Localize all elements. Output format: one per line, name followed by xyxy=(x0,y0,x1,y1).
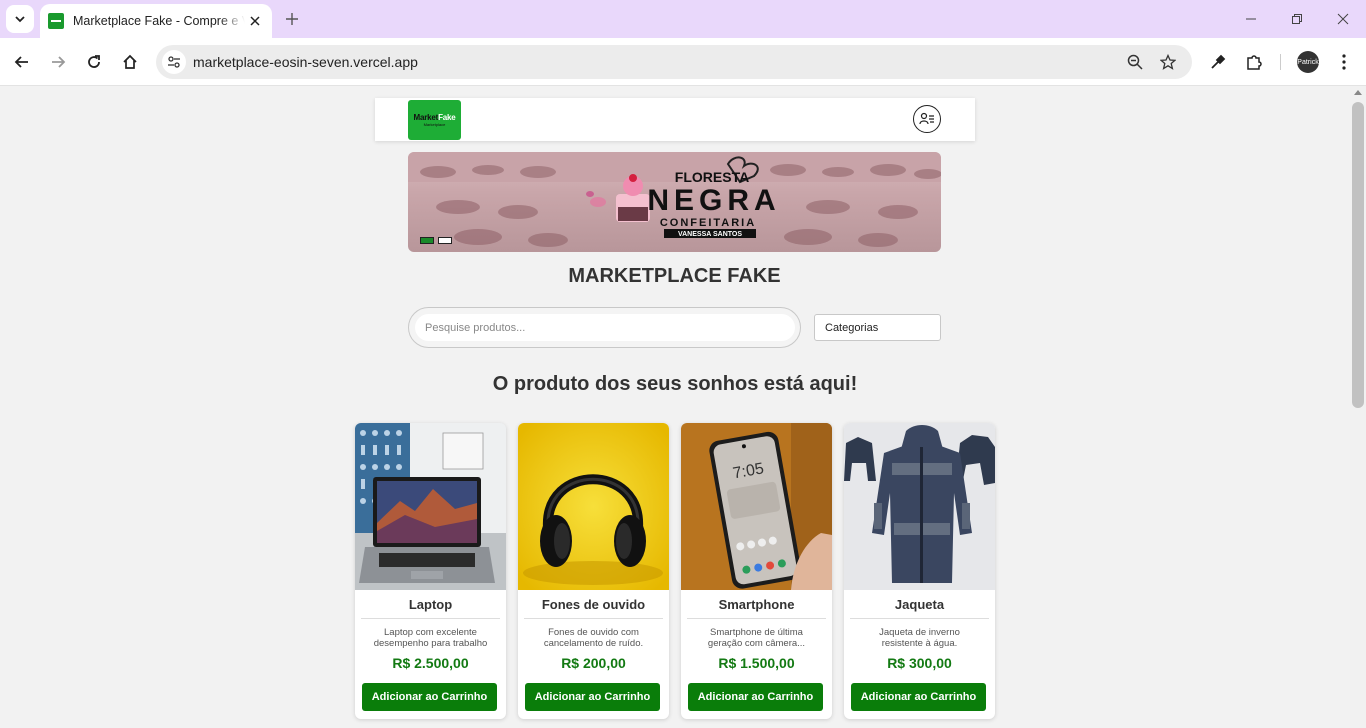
carousel-indicator-2[interactable] xyxy=(438,237,452,244)
product-card: Fones de ouvido Fones de ouvido com canc… xyxy=(518,423,669,719)
logo-text-highlight: Fake xyxy=(438,113,456,122)
zoom-out-icon xyxy=(1127,54,1143,70)
browser-tab[interactable]: Marketplace Fake - Compre e Venda xyxy=(40,4,272,38)
banner-line-2: NEGRA xyxy=(647,184,780,217)
product-price: R$ 1.500,00 xyxy=(718,655,795,671)
scroll-thumb[interactable] xyxy=(1352,102,1364,408)
arrow-left-icon xyxy=(14,56,28,68)
divider xyxy=(687,618,826,619)
site-logo[interactable]: MarketFake Marketplace xyxy=(408,100,461,140)
logo-text-main: Market xyxy=(413,113,439,122)
address-bar[interactable]: marketplace-eosin-seven.vercel.app xyxy=(156,45,1192,79)
profile-avatar[interactable]: Patrick xyxy=(1297,51,1319,73)
product-description: Smartphone de última geração com câmera.… xyxy=(707,627,806,649)
restore-icon xyxy=(1292,14,1302,24)
home-button[interactable] xyxy=(118,50,142,74)
product-price: R$ 300,00 xyxy=(887,655,952,671)
add-to-cart-button[interactable]: Adicionar ao Carrinho xyxy=(525,683,660,711)
smartphone-image: 7:05 xyxy=(681,423,832,590)
reload-icon xyxy=(88,55,100,68)
user-list-icon xyxy=(919,112,934,125)
banner-image: FLORESTA NEGRA CONFEITARIA VANESSA SANTO… xyxy=(408,152,941,247)
minimize-icon xyxy=(1246,18,1256,20)
product-card: 7:05 Smartphone Smartphone de última ger… xyxy=(681,423,832,719)
plus-icon xyxy=(286,13,298,25)
eyedropper-icon xyxy=(1211,54,1226,69)
product-card: Jaqueta Jaqueta de inverno resistente à … xyxy=(844,423,995,719)
product-image-smartphone[interactable]: 7:05 xyxy=(681,423,832,590)
product-price: R$ 200,00 xyxy=(561,655,626,671)
carousel-indicator-1[interactable] xyxy=(420,237,434,244)
banner-line-4: VANESSA SANTOS xyxy=(678,231,742,238)
page-viewport: MarketFake Marketplace FLORESTA NEGRA CO… xyxy=(0,86,1350,728)
back-button[interactable] xyxy=(10,50,34,74)
more-vertical-icon xyxy=(1342,54,1346,70)
eyedropper-button[interactable] xyxy=(1206,50,1230,74)
toolbar-divider xyxy=(1280,54,1281,70)
promo-banner[interactable]: FLORESTA NEGRA CONFEITARIA VANESSA SANTO… xyxy=(408,152,941,252)
puzzle-icon xyxy=(1247,55,1262,70)
product-card: Laptop Laptop com excelente desempenho p… xyxy=(355,423,506,719)
banner-line-1: FLORESTA xyxy=(675,169,749,185)
tune-icon xyxy=(168,56,180,68)
logo-subtitle: Marketplace xyxy=(423,122,446,127)
minimize-button[interactable] xyxy=(1241,9,1261,29)
bookmark-button[interactable] xyxy=(1158,52,1178,72)
forward-button[interactable] xyxy=(46,50,70,74)
reload-button[interactable] xyxy=(82,50,106,74)
page-title: MARKETPLACE FAKE xyxy=(568,265,781,287)
close-window-button[interactable] xyxy=(1333,9,1353,29)
product-description: Fones de ouvido com cancelamento de ruíd… xyxy=(543,627,644,649)
tab-title: Marketplace Fake - Compre e Venda xyxy=(73,14,245,28)
scroll-up-arrow-icon[interactable] xyxy=(1354,90,1362,95)
divider xyxy=(524,618,663,619)
site-header: MarketFake Marketplace xyxy=(375,98,975,141)
close-icon xyxy=(250,16,260,26)
browser-menu-button[interactable] xyxy=(1332,50,1356,74)
banner-line-3: CONFEITARIA xyxy=(660,217,756,229)
tab-search-button[interactable] xyxy=(6,5,34,33)
laptop-image xyxy=(355,423,506,590)
star-icon xyxy=(1160,54,1176,70)
product-description: Laptop com excelente desempenho para tra… xyxy=(373,627,488,649)
zoom-button[interactable] xyxy=(1125,52,1145,72)
extensions-button[interactable] xyxy=(1242,50,1266,74)
site-info-button[interactable] xyxy=(162,50,186,74)
add-to-cart-button[interactable]: Adicionar ao Carrinho xyxy=(362,683,497,711)
jacket-image xyxy=(844,423,995,590)
profile-label: Patrick xyxy=(1297,58,1319,66)
add-to-cart-button[interactable]: Adicionar ao Carrinho xyxy=(688,683,823,711)
product-image-headphones[interactable] xyxy=(518,423,669,590)
product-name[interactable]: Laptop xyxy=(361,597,500,612)
section-heading: O produto dos seus sonhos está aqui! xyxy=(492,373,858,395)
restore-button[interactable] xyxy=(1287,9,1307,29)
product-image-jacket[interactable] xyxy=(844,423,995,590)
logo-text: MarketFake xyxy=(413,113,455,122)
add-to-cart-button[interactable]: Adicionar ao Carrinho xyxy=(851,683,986,711)
category-select[interactable]: Categorias xyxy=(814,314,941,341)
headphones-image xyxy=(518,423,669,590)
browser-tab-strip: Marketplace Fake - Compre e Venda xyxy=(0,0,1366,38)
user-menu-button[interactable] xyxy=(913,105,941,133)
tab-close-button[interactable] xyxy=(246,12,264,30)
page-scrollbar[interactable] xyxy=(1350,86,1366,728)
search-input[interactable] xyxy=(415,314,795,341)
close-icon xyxy=(1337,13,1349,25)
search-container xyxy=(408,307,801,348)
product-image-laptop[interactable] xyxy=(355,423,506,590)
home-icon xyxy=(123,54,137,69)
divider xyxy=(850,618,989,619)
divider xyxy=(361,618,500,619)
chevron-down-icon xyxy=(15,16,25,23)
browser-toolbar: marketplace-eosin-seven.vercel.app Patri… xyxy=(0,38,1366,86)
product-name[interactable]: Smartphone xyxy=(687,597,826,612)
product-name[interactable]: Jaqueta xyxy=(850,597,989,612)
product-price: R$ 2.500,00 xyxy=(392,655,469,671)
favicon-icon xyxy=(48,13,64,29)
product-description: Jaqueta de inverno resistente à água. xyxy=(879,627,960,649)
new-tab-button[interactable] xyxy=(282,9,302,29)
url-text[interactable]: marketplace-eosin-seven.vercel.app xyxy=(193,54,418,70)
arrow-right-icon xyxy=(52,56,66,68)
product-name[interactable]: Fones de ouvido xyxy=(524,597,663,612)
